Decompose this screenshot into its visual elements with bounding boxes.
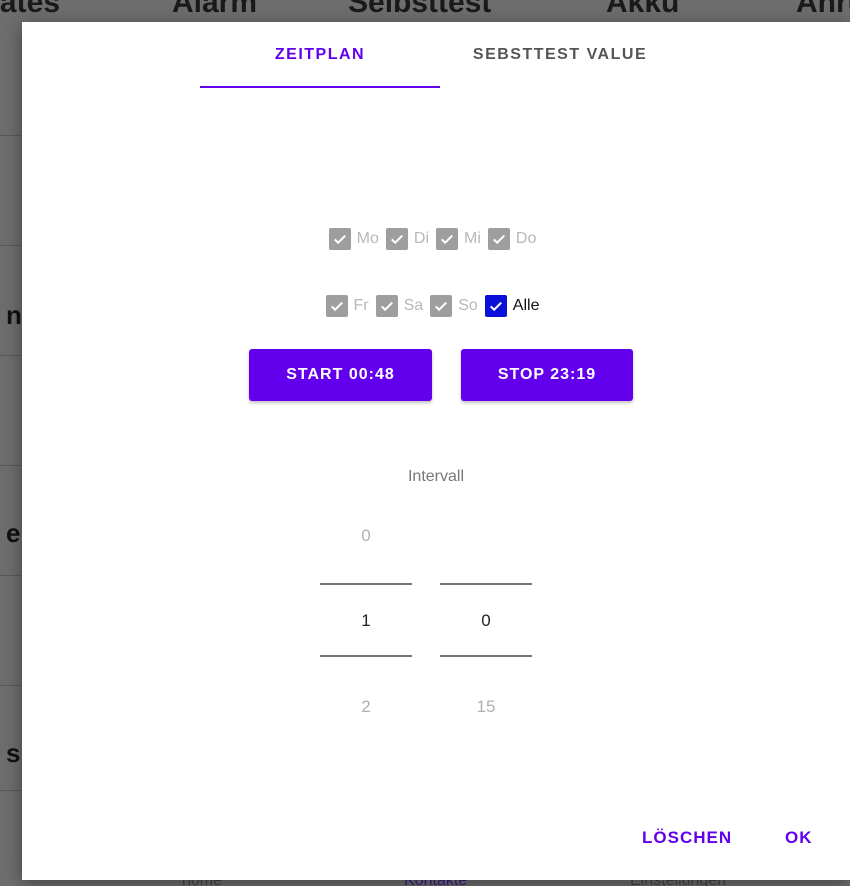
picker-current-value: 1 <box>361 611 371 630</box>
day-label: So <box>458 297 478 314</box>
check-icon <box>328 228 351 250</box>
day-checkbox-fr[interactable]: Fr <box>325 295 369 317</box>
picker-prev-value: 0 <box>361 526 371 545</box>
bg-header-col: Selbsttest <box>348 0 492 19</box>
tab-label: SEBSTTEST VALUE <box>472 46 648 63</box>
check-icon <box>385 228 408 250</box>
day-label: Sa <box>403 297 424 314</box>
picker-divider <box>320 583 412 585</box>
tab-selbsttest-value[interactable]: SEBSTTEST VALUE <box>440 22 680 88</box>
bg-row-letter: e <box>6 518 21 548</box>
bg-divider <box>0 355 22 356</box>
day-label: Do <box>515 230 537 247</box>
tab-zeitplan[interactable]: ZEITPLAN <box>200 22 440 88</box>
bg-header-col: ätes <box>0 0 61 19</box>
picker-divider <box>440 583 532 585</box>
day-label: Fr <box>353 297 369 314</box>
days-row-2: Fr Sa So Alle <box>22 295 850 317</box>
picker-next-value: 2 <box>361 697 371 716</box>
bg-divider <box>0 135 22 136</box>
day-checkbox-so[interactable]: So <box>430 295 478 317</box>
bg-row-letter: n <box>6 300 22 330</box>
picker-current-value: 0 <box>481 611 491 630</box>
bg-divider <box>0 465 22 466</box>
day-label: Alle <box>512 297 540 314</box>
bg-row-letter: s <box>6 738 21 768</box>
day-checkbox-mo[interactable]: Mo <box>328 228 379 250</box>
day-label: Di <box>413 230 429 247</box>
ok-button[interactable]: OK <box>785 828 813 848</box>
bg-divider <box>0 245 22 246</box>
interval-hours-picker[interactable]: 0 1 2 <box>320 512 412 732</box>
tab-label: ZEITPLAN <box>274 46 366 63</box>
day-label: Mo <box>356 230 379 247</box>
tab-bar: ZEITPLAN SEBSTTEST VALUE <box>22 22 850 88</box>
bg-divider <box>0 685 22 686</box>
schedule-dialog: ZEITPLAN SEBSTTEST VALUE Mo Di Mi Do Fr <box>22 22 850 880</box>
day-checkbox-di[interactable]: Di <box>385 228 429 250</box>
check-icon <box>375 295 398 317</box>
day-label: Mi <box>464 230 481 247</box>
interval-label: Intervall <box>407 468 465 485</box>
days-row-1: Mo Di Mi Do <box>22 228 850 250</box>
check-icon <box>436 228 458 250</box>
check-icon <box>484 295 507 317</box>
day-checkbox-sa[interactable]: Sa <box>375 295 424 317</box>
day-checkbox-mi[interactable]: Mi <box>436 228 481 250</box>
day-checkbox-do[interactable]: Do <box>487 228 537 250</box>
bg-header-col: Anru <box>796 0 850 19</box>
tab-indicator <box>200 86 440 88</box>
delete-button[interactable]: LÖSCHEN <box>642 828 732 848</box>
bg-divider <box>0 575 22 576</box>
interval-minutes-picker[interactable]: 0 15 <box>440 512 532 732</box>
check-icon <box>430 295 453 317</box>
picker-divider <box>440 655 532 657</box>
picker-divider <box>320 655 412 657</box>
bg-header-col: Akku <box>606 0 680 19</box>
start-time-button[interactable]: START 00:48 <box>249 349 432 401</box>
bg-header-col: Alarm <box>172 0 258 19</box>
picker-next-value: 15 <box>476 697 496 716</box>
bg-divider <box>0 790 22 791</box>
background-table-header: ätes Alarm Selbsttest Akku Anru <box>0 0 850 19</box>
check-icon <box>325 295 348 317</box>
stop-time-button[interactable]: STOP 23:19 <box>461 349 633 401</box>
day-checkbox-alle[interactable]: Alle <box>484 295 540 317</box>
check-icon <box>487 228 510 250</box>
